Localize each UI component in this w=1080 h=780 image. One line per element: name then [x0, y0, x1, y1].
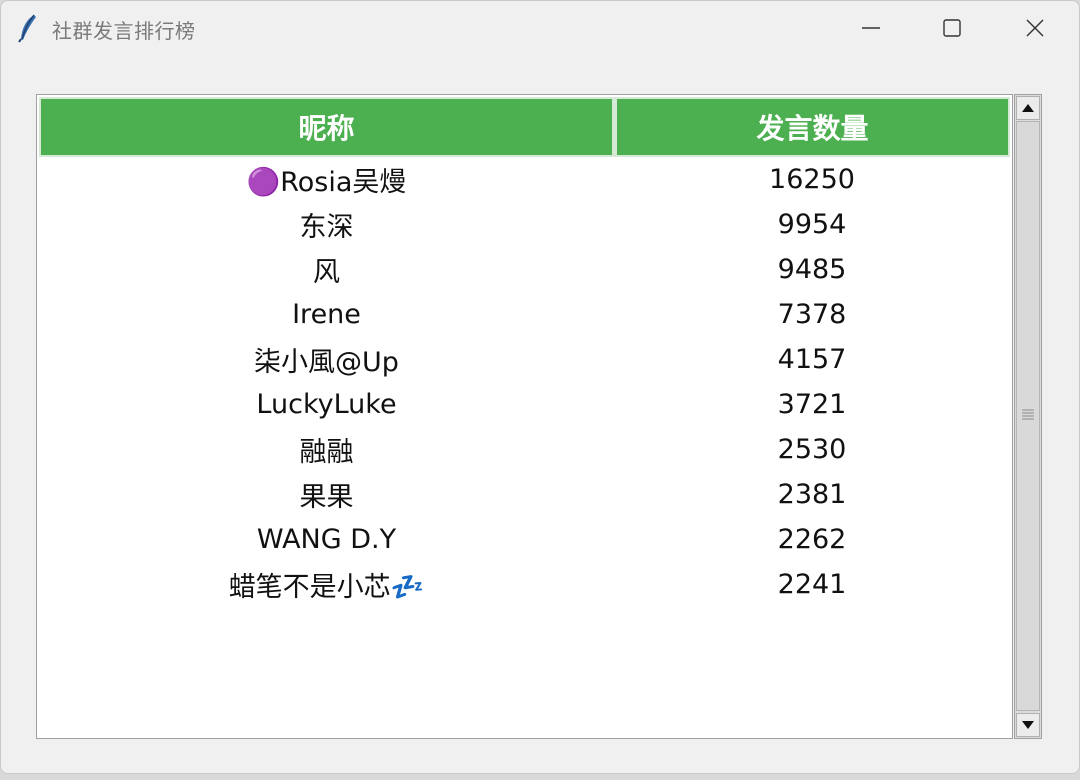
count-cell: 9954 [777, 209, 847, 240]
maximize-icon [943, 19, 961, 37]
count-cell: 2530 [777, 434, 847, 465]
table-row[interactable]: 果果 2381 [39, 472, 1010, 517]
table-row[interactable]: LuckyLuke 3721 [39, 382, 1010, 427]
table-body: 🟣Rosia吴熳 16250 东深 9954 风 9485 Irene 7378… [39, 157, 1010, 607]
arrow-down-icon [1022, 721, 1034, 729]
nickname-cell: 风 [313, 257, 340, 288]
table-row[interactable]: WANG D.Y 2262 [39, 517, 1010, 562]
count-cell: 3721 [777, 389, 847, 420]
table-row[interactable]: 融融 2530 [39, 427, 1010, 472]
nickname-cell: WANG D.Y [256, 524, 397, 555]
nickname-cell: 蜡笔不是小芯💤 [228, 572, 425, 603]
nickname-cell: Irene [292, 299, 361, 330]
window-title: 社群发言排行榜 [52, 19, 196, 43]
count-cell: 7378 [777, 299, 847, 330]
count-cell: 4157 [777, 344, 847, 375]
table-row[interactable]: 蜡笔不是小芯💤 2241 [39, 562, 1010, 607]
table-row[interactable]: 🟣Rosia吴熳 16250 [39, 157, 1010, 202]
table-header: 昵称 发言数量 [39, 97, 1010, 157]
table-row[interactable]: 柒小風@Up 4157 [39, 337, 1010, 382]
column-header-nickname[interactable]: 昵称 [39, 97, 614, 157]
nickname-cell: 东深 [299, 212, 354, 243]
scroll-down-button[interactable] [1016, 713, 1040, 737]
nickname-cell: LuckyLuke [256, 389, 397, 420]
count-cell: 2241 [777, 569, 847, 600]
count-cell: 9485 [777, 254, 847, 285]
maximize-button[interactable] [912, 1, 992, 55]
count-cell: 16250 [769, 164, 855, 195]
table-row[interactable]: 风 9485 [39, 247, 1010, 292]
minimize-icon [862, 27, 880, 29]
nickname-cell: 柒小風@Up [254, 347, 399, 378]
ranking-table[interactable]: 昵称 发言数量 🟣Rosia吴熳 16250 东深 9954 风 9485 Ir… [36, 94, 1013, 739]
feather-icon [18, 14, 36, 43]
table-row[interactable]: 东深 9954 [39, 202, 1010, 247]
column-header-message-count[interactable]: 发言数量 [614, 97, 1010, 157]
scroll-thumb[interactable] [1016, 121, 1040, 711]
vertical-scrollbar[interactable] [1014, 94, 1042, 739]
close-icon [1026, 19, 1044, 37]
nickname-cell: 果果 [299, 482, 354, 513]
nickname-cell: 融融 [299, 437, 354, 468]
nickname-cell: 🟣Rosia吴熳 [246, 167, 407, 198]
count-cell: 2262 [777, 524, 847, 555]
table-row[interactable]: Irene 7378 [39, 292, 1010, 337]
close-button[interactable] [995, 1, 1075, 55]
app-window: 社群发言排行榜 昵称 发言数量 🟣Rosia吴熳 16250 东深 9954 风… [0, 0, 1080, 774]
scroll-up-button[interactable] [1016, 96, 1040, 120]
minimize-button[interactable] [831, 1, 911, 55]
arrow-up-icon [1022, 104, 1034, 112]
grip-icon [1022, 409, 1034, 420]
count-cell: 2381 [777, 479, 847, 510]
title-bar[interactable]: 社群发言排行榜 [1, 1, 1079, 55]
